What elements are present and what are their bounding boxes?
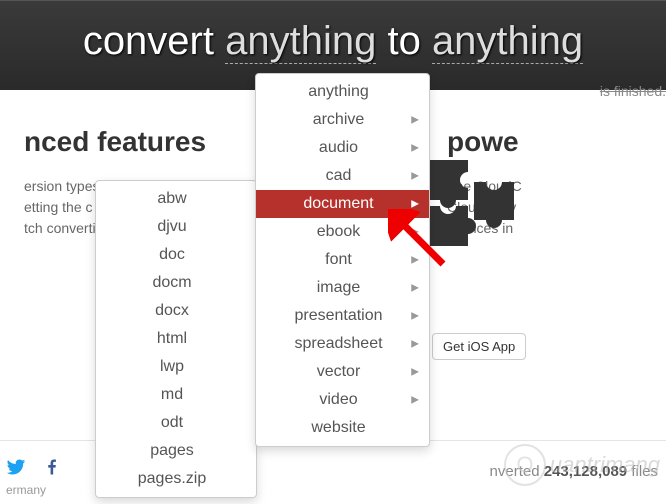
watermark-icon: Q	[504, 444, 546, 486]
hero-title: convert anything to anything	[0, 19, 666, 64]
social-icons	[6, 457, 62, 482]
puzzle-icon	[430, 160, 525, 251]
category-label: spreadsheet	[294, 335, 382, 352]
category-menu: anythingarchive▶audio▶cad▶document▶ebook…	[255, 73, 430, 447]
category-item-audio[interactable]: audio ▶	[256, 134, 429, 162]
category-label: archive	[313, 111, 365, 128]
hero-from-keyword[interactable]: anything	[225, 19, 376, 64]
chevron-right-icon: ▶	[411, 311, 419, 322]
watermark: Q uantrimang	[504, 444, 660, 486]
format-item-lwp[interactable]: lwp	[96, 353, 256, 381]
category-label: document	[303, 195, 373, 212]
twitter-icon[interactable]	[6, 457, 26, 482]
hero-prefix: convert	[83, 19, 225, 63]
get-ios-app-button[interactable]: Get iOS App	[432, 333, 526, 360]
document-submenu: abwdjvudocdocmdocxhtmllwpmdodtpagespages…	[95, 180, 257, 498]
facebook-icon[interactable]	[42, 457, 62, 482]
hero-to-keyword[interactable]: anything	[432, 19, 583, 64]
format-item-pages[interactable]: pages	[96, 437, 256, 465]
chevron-right-icon: ▶	[411, 367, 419, 378]
category-item-anything[interactable]: anything	[256, 78, 429, 106]
category-item-font[interactable]: font ▶	[256, 246, 429, 274]
chevron-right-icon: ▶	[411, 227, 419, 238]
category-item-spreadsheet[interactable]: spreadsheet ▶	[256, 330, 429, 358]
category-item-video[interactable]: video ▶	[256, 386, 429, 414]
category-item-image[interactable]: image ▶	[256, 274, 429, 302]
format-item-doc[interactable]: doc	[96, 241, 256, 269]
category-item-ebook[interactable]: ebook ▶	[256, 218, 429, 246]
category-label: presentation	[294, 307, 382, 324]
footer-location: ermany	[6, 483, 46, 497]
format-item-docx[interactable]: docx	[96, 297, 256, 325]
category-item-document[interactable]: document ▶	[256, 190, 429, 218]
chevron-right-icon: ▶	[411, 395, 419, 406]
finished-text: is finished.	[600, 83, 666, 99]
watermark-text: uantrimang	[550, 452, 660, 478]
category-label: vector	[317, 363, 361, 380]
chevron-right-icon: ▶	[411, 283, 419, 294]
category-item-vector[interactable]: vector ▶	[256, 358, 429, 386]
category-label: font	[325, 251, 352, 268]
powerful-heading: powe	[447, 126, 642, 158]
format-item-odt[interactable]: odt	[96, 409, 256, 437]
category-label: video	[319, 391, 357, 408]
category-label: ebook	[317, 223, 361, 240]
chevron-right-icon: ▶	[411, 115, 419, 126]
chevron-right-icon: ▶	[411, 171, 419, 182]
chevron-right-icon: ▶	[411, 339, 419, 350]
category-item-archive[interactable]: archive ▶	[256, 106, 429, 134]
format-item-pages-zip[interactable]: pages.zip	[96, 465, 256, 493]
category-item-cad[interactable]: cad ▶	[256, 162, 429, 190]
hero-mid: to	[376, 19, 432, 63]
format-item-djvu[interactable]: djvu	[96, 213, 256, 241]
chevron-right-icon: ▶	[411, 199, 419, 210]
chevron-right-icon: ▶	[411, 143, 419, 154]
category-label: audio	[319, 139, 358, 156]
format-item-abw[interactable]: abw	[96, 185, 256, 213]
chevron-right-icon: ▶	[411, 255, 419, 266]
format-item-html[interactable]: html	[96, 325, 256, 353]
category-label: anything	[308, 83, 369, 100]
category-item-website[interactable]: website	[256, 414, 429, 442]
category-item-presentation[interactable]: presentation ▶	[256, 302, 429, 330]
features-heading: nced features	[24, 126, 219, 158]
format-item-docm[interactable]: docm	[96, 269, 256, 297]
category-label: website	[311, 419, 365, 436]
category-label: cad	[326, 167, 352, 184]
format-item-md[interactable]: md	[96, 381, 256, 409]
category-label: image	[317, 279, 361, 296]
